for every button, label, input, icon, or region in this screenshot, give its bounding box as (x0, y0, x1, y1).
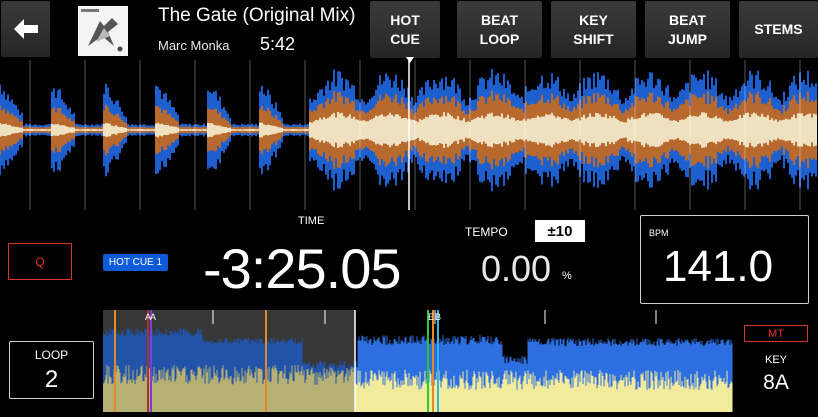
track-length: 5:42 (260, 34, 296, 54)
top-bar: The Gate (Original Mix) Marc Monka 5:42 … (0, 0, 818, 63)
cue-marker-a2: A (150, 312, 156, 322)
tempo-unit: % (562, 270, 572, 282)
loop-value: 2 (44, 366, 59, 393)
track-artist: Marc Monka (158, 38, 230, 53)
time-remaining[interactable]: -3:25.05 (203, 236, 401, 302)
master-tempo-badge[interactable]: MT (744, 325, 808, 342)
key-label: KEY (764, 354, 787, 366)
tempo-value: 0.00 (481, 248, 552, 289)
quantize-button[interactable]: Q (8, 243, 72, 280)
stems-button[interactable]: STEMS (739, 1, 818, 58)
zoomed-waveform[interactable] (0, 60, 818, 210)
track-title: The Gate (Original Mix) (158, 5, 356, 26)
beat-jump-label: BEAT JUMP (668, 11, 707, 47)
bpm-value: 141.0 (663, 242, 774, 291)
back-button[interactable] (1, 1, 50, 57)
key-value: 8A (763, 371, 789, 394)
album-artwork (78, 6, 128, 56)
stems-label: STEMS (754, 21, 803, 37)
cue-marker-b: B (435, 312, 441, 322)
key-shift-label: KEY SHIFT (573, 11, 614, 47)
hot-cue-badge: HOT CUE 1 (103, 254, 168, 271)
bpm-display[interactable]: BPM 141.0 (640, 215, 809, 304)
tempo-range-button[interactable]: ±10 (535, 220, 585, 242)
key-shift-button[interactable]: KEY SHIFT (551, 1, 636, 58)
hot-cue-button[interactable]: HOT CUE (370, 1, 440, 58)
beat-loop-label: BEAT LOOP (479, 11, 520, 47)
loop-label: LOOP (34, 348, 69, 362)
tempo-label: TEMPO (465, 225, 508, 239)
bpm-label: BPM (649, 228, 669, 238)
overview-waveform[interactable]: A A E B (103, 310, 733, 412)
hot-cue-label: HOT CUE (390, 11, 420, 47)
waveform-bars (0, 68, 817, 192)
cue-marker-e: E (428, 312, 434, 322)
beat-loop-button[interactable]: BEAT LOOP (457, 1, 542, 58)
quantize-label: Q (35, 254, 45, 269)
loop-display[interactable]: LOOP 2 (9, 341, 94, 399)
beat-jump-button[interactable]: BEAT JUMP (645, 1, 730, 58)
time-label: TIME (298, 215, 325, 227)
arrow-left-icon (13, 19, 38, 39)
